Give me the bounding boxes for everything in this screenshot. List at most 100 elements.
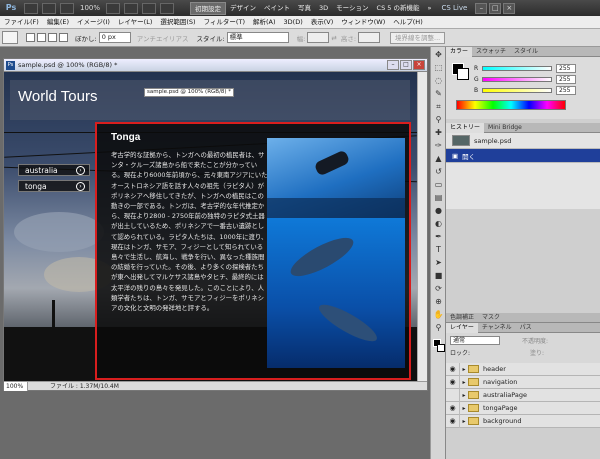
menu-filter[interactable]: フィルター(T) (200, 16, 249, 29)
shape-icon[interactable]: ■ (433, 270, 444, 281)
blur-icon[interactable]: ● (433, 205, 444, 216)
eye-icon[interactable]: ◉ (446, 414, 460, 428)
brush-icon[interactable]: ✑ (433, 140, 444, 151)
red-value[interactable]: 255 (556, 64, 576, 73)
menu-edit[interactable]: 編集(E) (43, 16, 73, 29)
pen-icon[interactable]: ✒ (433, 231, 444, 242)
refine-edge-button[interactable]: 境界線を調整... (390, 31, 446, 44)
tab-mini-bridge[interactable]: Mini Bridge (484, 123, 526, 133)
menu-window[interactable]: ウィンドウ(W) (337, 16, 389, 29)
tab-masks[interactable]: マスク (478, 313, 504, 323)
red-slider[interactable] (482, 66, 552, 71)
menu-help[interactable]: ヘルプ(H) (389, 16, 426, 29)
disclosure-icon[interactable]: ▸ (460, 405, 468, 412)
doc-close-icon[interactable]: × (413, 60, 425, 70)
tab-color[interactable]: カラー (446, 46, 473, 57)
intersect-selection-icon[interactable] (59, 33, 68, 42)
blue-slider[interactable] (482, 88, 552, 93)
menu-analysis[interactable]: 解析(A) (249, 16, 280, 29)
app-zoom[interactable]: 100% (80, 4, 100, 12)
menu-view[interactable]: 表示(V) (307, 16, 338, 29)
workspace-paint[interactable]: ペイント (260, 2, 294, 15)
new-selection-icon[interactable] (26, 33, 35, 42)
doc-maximize-icon[interactable]: □ (400, 60, 412, 70)
disclosure-icon[interactable]: ▸ (460, 418, 468, 425)
tab-channels[interactable]: チャンネル (478, 323, 516, 333)
menu-layer[interactable]: レイヤー(L) (114, 16, 157, 29)
tab-adjustments[interactable]: 色調補正 (446, 313, 478, 323)
quick-select-icon[interactable]: ✎ (433, 88, 444, 99)
antialias-checkbox[interactable]: アンチエイリアス (137, 33, 189, 43)
workspace-more[interactable]: » (423, 2, 435, 15)
move-icon[interactable]: ✥ (433, 49, 444, 60)
layer-australiapage[interactable]: ▸ australiaPage (446, 388, 600, 402)
layer-navigation[interactable]: ◉ ▸ navigation (446, 375, 600, 389)
status-zoom[interactable]: 100% (4, 381, 28, 391)
bridge-icon[interactable] (24, 2, 38, 14)
history-brush-icon[interactable]: ↺ (433, 166, 444, 177)
eye-icon[interactable]: ◉ (446, 401, 460, 415)
eye-icon[interactable]: ◉ (446, 375, 460, 389)
arrange-icon[interactable] (142, 2, 157, 14)
maximize-icon[interactable]: □ (489, 2, 502, 14)
tab-paths[interactable]: パス (516, 323, 536, 333)
blue-value[interactable]: 255 (556, 86, 576, 95)
gradient-icon[interactable]: ▤ (433, 192, 444, 203)
healing-icon[interactable]: ✚ (433, 127, 444, 138)
disclosure-icon[interactable]: ▸ (460, 392, 468, 399)
workspace-motion[interactable]: モーション (332, 2, 372, 15)
workspace-photo[interactable]: 写真 (294, 2, 315, 15)
layer-header[interactable]: ◉ ▸ header (446, 362, 600, 376)
green-slider[interactable] (482, 77, 552, 82)
subtract-selection-icon[interactable] (48, 33, 57, 42)
close-icon[interactable]: × (503, 2, 516, 14)
type-icon[interactable]: T (433, 244, 444, 255)
zoom-tool-icon[interactable] (124, 2, 139, 14)
menu-file[interactable]: ファイル(F) (0, 16, 43, 29)
color-spectrum[interactable] (456, 100, 566, 110)
blend-mode-select[interactable]: 通常 (450, 336, 500, 345)
menu-select[interactable]: 選択範囲(S) (156, 16, 199, 29)
path-select-icon[interactable]: ➤ (433, 257, 444, 268)
cs-live-button[interactable]: CS Live (441, 4, 467, 12)
3d-orbit-icon[interactable]: ⊕ (433, 296, 444, 307)
green-value[interactable]: 255 (556, 75, 576, 84)
status-file-info[interactable]: ファイル : 1.37M/10.4M (50, 382, 119, 391)
color-swatches[interactable] (433, 339, 445, 355)
marquee-preset-icon[interactable] (2, 31, 18, 44)
3d-rotate-icon[interactable]: ⟳ (433, 283, 444, 294)
nav-tonga[interactable]: tonga › (18, 180, 90, 192)
history-snapshot[interactable]: sample.psd (446, 133, 600, 149)
layer-tongapage[interactable]: ◉ ▸ tongaPage (446, 401, 600, 415)
history-state[interactable]: ▣ 開く (446, 149, 600, 163)
disclosure-icon[interactable]: ▸ (460, 366, 468, 373)
add-selection-icon[interactable] (37, 33, 46, 42)
workspace-3d[interactable]: 3D (315, 2, 332, 15)
lasso-icon[interactable]: ◌ (433, 75, 444, 86)
workspace-essentials[interactable]: 初期設定 (190, 1, 227, 15)
tab-styles[interactable]: スタイル (510, 47, 542, 57)
eyedropper-icon[interactable]: ⚲ (433, 114, 444, 125)
dodge-icon[interactable]: ◐ (433, 218, 444, 229)
vertical-scrollbar[interactable] (417, 72, 427, 381)
zoom-icon[interactable]: ⚲ (433, 322, 444, 333)
minimize-icon[interactable]: – (475, 2, 488, 14)
hand-icon[interactable]: ✋ (433, 309, 444, 320)
style-select[interactable]: 標準 (226, 32, 289, 43)
minibridge-icon[interactable] (42, 2, 56, 14)
doc-minimize-icon[interactable]: – (387, 60, 399, 70)
menu-image[interactable]: イメージ(I) (73, 16, 114, 29)
feather-input[interactable]: 0 px (98, 32, 131, 43)
eye-icon[interactable]: ◉ (446, 362, 460, 376)
nav-australia[interactable]: australia › (18, 164, 90, 176)
background-color[interactable] (437, 344, 445, 352)
eraser-icon[interactable]: ▭ (433, 179, 444, 190)
disclosure-icon[interactable]: ▸ (460, 379, 468, 386)
color-bg-swatch[interactable] (457, 68, 469, 80)
swap-icon[interactable]: ⇄ (331, 34, 336, 42)
tab-layers[interactable]: レイヤー (446, 322, 478, 333)
hand-tool-icon[interactable] (106, 2, 121, 14)
height-input[interactable] (358, 32, 381, 43)
guides-icon[interactable] (60, 2, 74, 14)
width-input[interactable] (307, 32, 330, 43)
